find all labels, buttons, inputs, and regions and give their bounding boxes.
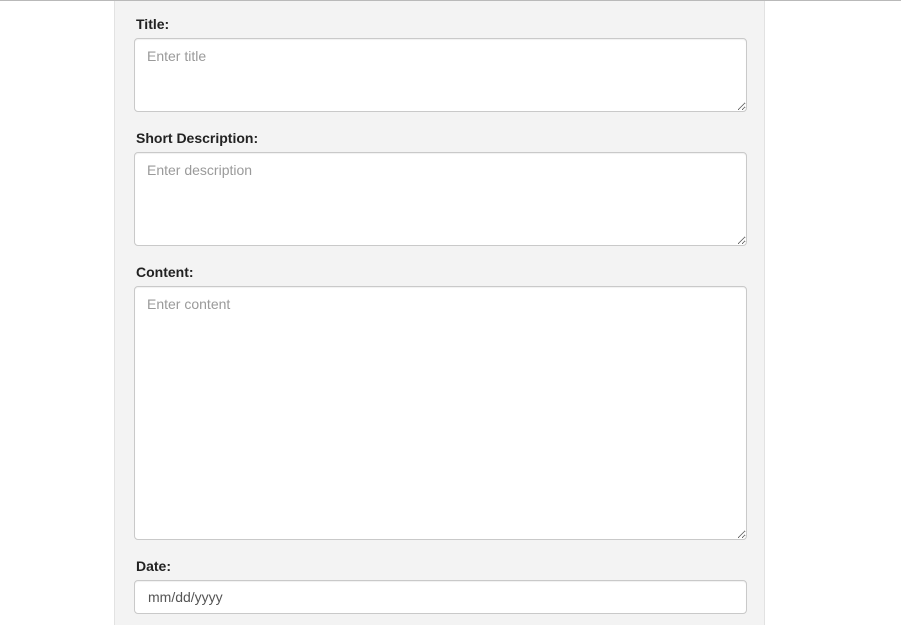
short-description-label: Short Description:: [136, 130, 259, 146]
content-textarea[interactable]: [134, 286, 747, 540]
date-input-text: mm/dd/yyyy: [148, 589, 223, 605]
date-input[interactable]: mm/dd/yyyy: [134, 580, 747, 614]
date-label: Date:: [136, 558, 172, 574]
short-description-textarea[interactable]: [134, 152, 747, 246]
form-panel: Title: Short Description: Content: Date:…: [114, 1, 765, 625]
title-textarea[interactable]: [134, 38, 747, 112]
content-label: Content:: [136, 264, 194, 280]
title-label: Title:: [136, 16, 170, 32]
